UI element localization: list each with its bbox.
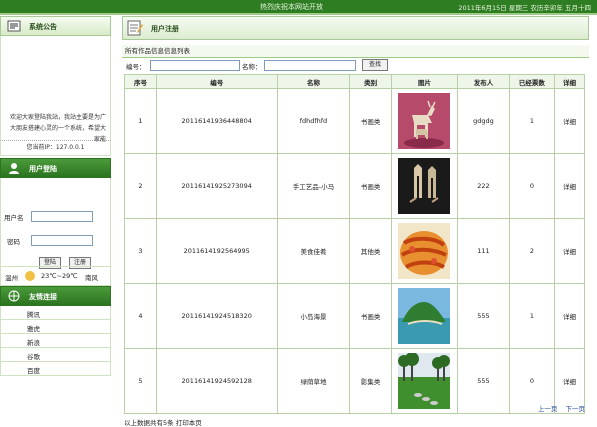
page-title: 用户注册: [151, 25, 179, 33]
announcement-icon: [7, 20, 21, 32]
food-dish-image[interactable]: [398, 223, 451, 279]
links-title: 友情连接: [29, 293, 57, 301]
password-input[interactable]: [31, 235, 93, 246]
link-item[interactable]: 新浪: [1, 334, 110, 348]
list-title: 所有作品信息信息列表: [122, 45, 589, 58]
welcome-text: 热烈庆祝本网站开放: [260, 3, 323, 11]
search-code-input[interactable]: [150, 60, 240, 71]
col-code: 编号: [155, 74, 278, 89]
edit-icon: [127, 20, 143, 36]
detail-link[interactable]: 详细: [553, 218, 586, 284]
link-item[interactable]: 百度: [1, 362, 110, 376]
main-content: 用户注册 所有作品信息信息列表 编号： 名称： 查找 序号 编号 名称 类别 图…: [122, 16, 589, 427]
col-category: 类别: [349, 74, 392, 89]
weather-wind: 南风: [85, 274, 98, 282]
search-button[interactable]: 查找: [362, 59, 388, 71]
login-header: 用户登陆: [0, 158, 111, 178]
left-sidebar: 系统公告 欢迎大家登陆我站，我站主要是为广大朋友搭建心灵的一个系统，希望大家能 …: [0, 16, 111, 424]
table-footer-text: 以上数据共有5条 打印本页: [124, 419, 202, 427]
prev-page-link[interactable]: 上一页: [538, 405, 558, 413]
notice-title: 系统公告: [29, 23, 57, 31]
col-publisher: 发布人: [457, 74, 510, 89]
island-seascape-image[interactable]: [398, 288, 451, 344]
deer-figurine-image[interactable]: [398, 93, 451, 149]
link-item[interactable]: 雅虎: [1, 320, 110, 334]
detail-link[interactable]: 详细: [553, 283, 586, 349]
table-row: 2 20116141925273094 手工艺品-小马 书画类 222 0 详细: [124, 153, 586, 219]
col-name: 名称: [276, 74, 351, 89]
login-form: 用户名 密码 登陆 注册: [0, 178, 111, 269]
sun-icon: [25, 271, 35, 281]
search-bar: 编号： 名称： 查找: [122, 58, 589, 72]
links-header: 友情连接: [0, 286, 111, 306]
weather-temp: 23℃~29℃: [41, 272, 78, 280]
page-header: 用户注册: [122, 16, 589, 40]
table-row: 4 20116141924518320 小岛海景 书画类 555 1 详细: [124, 283, 586, 349]
password-label: 密码: [7, 238, 20, 246]
link-item[interactable]: 谷歌: [1, 348, 110, 362]
pagination: 上一页 下一页: [532, 403, 585, 413]
works-table: 序号 编号 名称 类别 图片 发布人 已经票数 详细 1 20116141936…: [124, 74, 586, 414]
craft-horse-image[interactable]: [398, 158, 451, 214]
username-input[interactable]: [31, 211, 93, 222]
table-row: 5 20116141924592128 绿荫草地 影集类 555 0 详细: [124, 348, 586, 414]
date-text: 2011年6月15日 星期三 农历辛卯年 五月十四: [458, 4, 591, 12]
table-row: 3 2011614192564995 美食佳肴 其他类 111 2 详细: [124, 218, 586, 284]
col-detail: 详细: [553, 74, 586, 89]
search-code-label: 编号：: [126, 63, 146, 71]
table-header-row: 序号 编号 名称 类别 图片 发布人 已经票数 详细: [124, 74, 586, 89]
table-row: 1 20116141936448804 fdhdfhfd 书画类 gdgdg 1…: [124, 88, 586, 154]
username-label: 用户名: [4, 214, 24, 222]
next-page-link[interactable]: 下一页: [566, 405, 586, 413]
detail-link[interactable]: 详细: [553, 88, 586, 154]
col-image: 图片: [390, 74, 459, 89]
top-bar: 热烈庆祝本网站开放 2011年6月15日 星期三 农历辛卯年 五月十四: [0, 0, 597, 15]
search-name-input[interactable]: [264, 60, 356, 71]
notice-box: 欢迎大家登陆我站，我站主要是为广大朋友搭建心灵的一个系统，希望大家能: [0, 36, 111, 143]
col-no: 序号: [124, 74, 157, 89]
user-icon: [9, 163, 19, 174]
detail-link[interactable]: 详细: [553, 153, 586, 219]
globe-icon: [8, 290, 20, 302]
notice-header: 系统公告: [0, 16, 111, 36]
green-lawn-image[interactable]: [398, 353, 451, 409]
weather-city: 温州: [5, 274, 18, 282]
link-item[interactable]: 腾讯: [1, 306, 110, 320]
weather-bar: 温州 23℃~29℃ 南风: [0, 266, 111, 286]
login-title: 用户登陆: [29, 165, 57, 173]
notice-text: 欢迎大家登陆我站，我站主要是为广大朋友搭建心灵的一个系统，希望大家能: [9, 114, 106, 143]
friend-links: 腾讯 雅虎 新浪 谷歌 百度: [0, 306, 111, 376]
col-votes: 已经票数: [508, 74, 555, 89]
search-name-label: 名称：: [242, 63, 262, 71]
